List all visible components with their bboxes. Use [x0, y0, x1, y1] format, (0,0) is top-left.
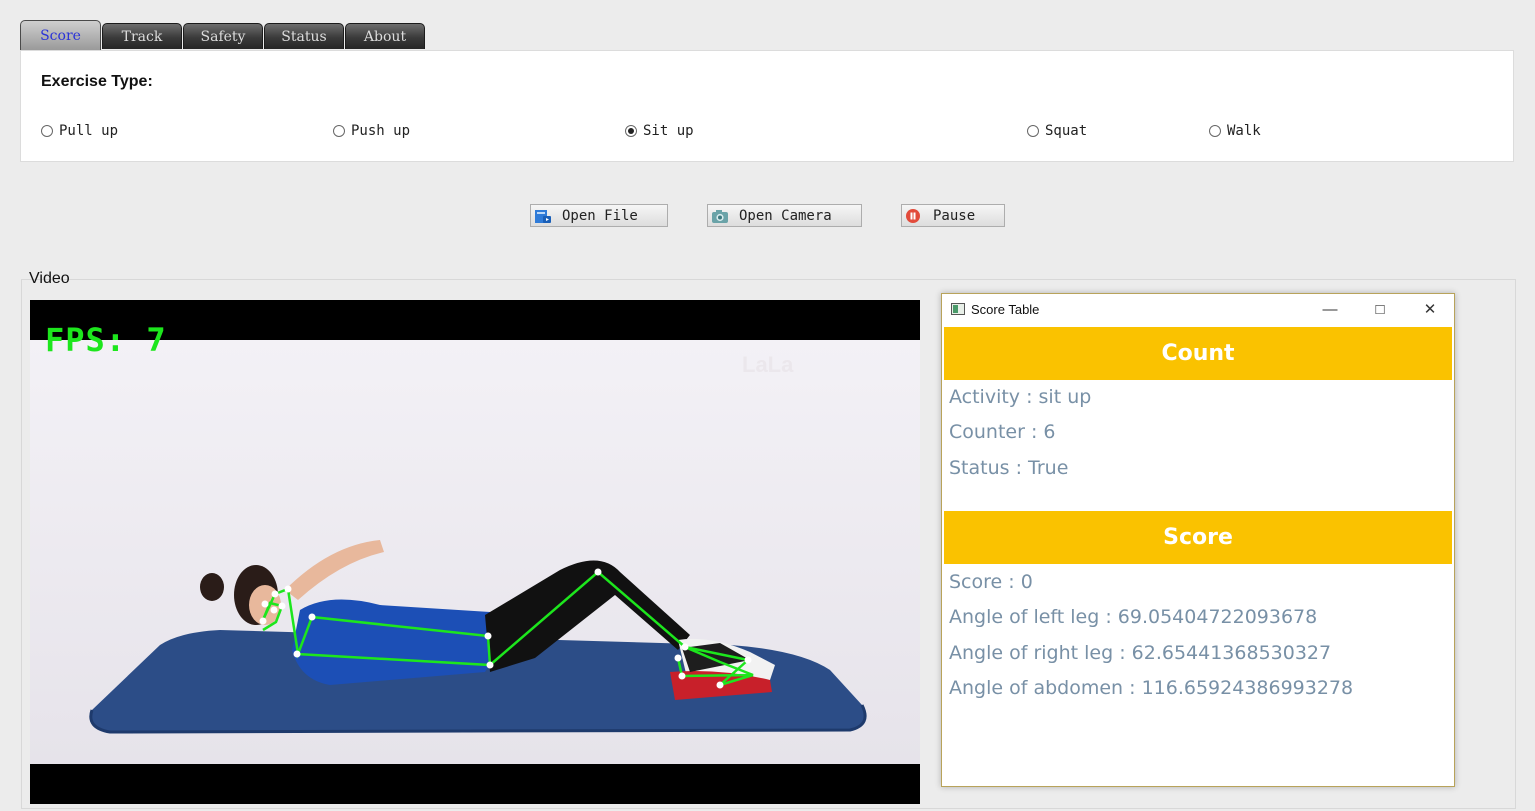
tab-status[interactable]: Status — [264, 23, 344, 49]
radio-pull-up[interactable]: Pull up — [41, 122, 118, 140]
radio-indicator[interactable] — [1209, 125, 1221, 137]
pause-icon — [905, 208, 923, 224]
radio-push-up[interactable]: Push up — [333, 122, 410, 140]
score-table-window: Score Table — □ ✕ Count Activity : sit u… — [941, 293, 1455, 787]
window-titlebar[interactable]: Score Table — □ ✕ — [942, 294, 1454, 326]
tab-score[interactable]: Score — [20, 20, 101, 50]
radio-indicator[interactable] — [41, 125, 53, 137]
video-frame: FPS: 7 LaLa — [30, 300, 920, 804]
radio-label: Sit up — [643, 123, 694, 139]
radio-squat[interactable]: Squat — [1027, 122, 1087, 140]
pause-label: Pause — [933, 207, 976, 224]
radio-walk[interactable]: Walk — [1209, 122, 1261, 140]
video-watermark: LaLa — [742, 352, 794, 377]
open-camera-button[interactable]: Open Camera — [707, 204, 862, 227]
app-icon — [951, 303, 965, 315]
window-title: Score Table — [971, 302, 1040, 317]
count-header: Count — [944, 327, 1452, 380]
open-camera-label: Open Camera — [739, 207, 832, 224]
activity-text: Activity : sit up — [949, 386, 1092, 408]
radio-label: Squat — [1045, 123, 1088, 139]
angle-abdomen-text: Angle of abdomen : 116.65924386993278 — [949, 677, 1354, 699]
exercise-type-panel: Exercise Type: Pull up Push up Sit up Sq… — [20, 50, 1514, 162]
score-header: Score — [944, 511, 1452, 564]
counter-text: Counter : 6 — [949, 421, 1056, 443]
close-icon[interactable]: ✕ — [1416, 298, 1444, 322]
angle-right-leg-text: Angle of right leg : 62.65441368530327 — [949, 642, 1332, 664]
exercise-type-label: Exercise Type: — [41, 73, 153, 90]
status-text: Status : True — [949, 457, 1069, 479]
angle-left-leg-text: Angle of left leg : 69.05404722093678 — [949, 606, 1318, 628]
tab-about[interactable]: About — [345, 23, 425, 49]
fps-readout: FPS: 7 — [45, 321, 167, 359]
open-file-label: Open File — [562, 207, 638, 224]
score-text: Score : 0 — [949, 571, 1033, 593]
camera-icon — [711, 208, 729, 224]
maximize-icon[interactable]: □ — [1366, 298, 1394, 322]
pause-button[interactable]: Pause — [901, 204, 1005, 227]
tab-track[interactable]: Track — [102, 23, 182, 49]
minimize-icon[interactable]: — — [1316, 298, 1344, 322]
radio-indicator[interactable] — [1027, 125, 1039, 137]
radio-label: Pull up — [59, 123, 119, 139]
open-file-button[interactable]: Open File — [530, 204, 668, 227]
radio-indicator[interactable] — [625, 125, 637, 137]
radio-sit-up[interactable]: Sit up — [625, 122, 694, 140]
radio-indicator[interactable] — [333, 125, 345, 137]
video-label: Video — [29, 270, 70, 287]
file-video-icon — [534, 208, 552, 224]
tab-safety[interactable]: Safety — [183, 23, 263, 49]
radio-label: Walk — [1227, 123, 1261, 139]
radio-label: Push up — [351, 123, 411, 139]
